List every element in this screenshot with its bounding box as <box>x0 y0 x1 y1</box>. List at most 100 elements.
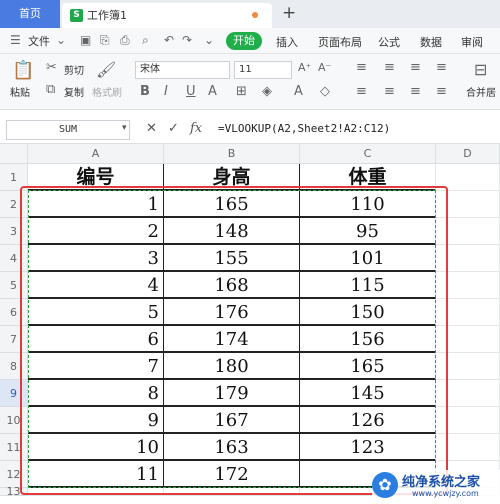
paste-icon[interactable]: 📋 <box>12 60 34 81</box>
empty-cell[interactable] <box>436 164 500 191</box>
export-icon[interactable]: ⎘ <box>100 33 110 48</box>
table-cell[interactable]: 179 <box>164 380 300 407</box>
font-size-select[interactable]: 11 <box>234 61 292 79</box>
table-header-cell[interactable]: 身高 <box>164 164 300 191</box>
italic-icon[interactable]: I <box>164 84 168 99</box>
table-header-cell[interactable]: 体重 <box>300 164 436 191</box>
table-cell[interactable]: 180 <box>164 353 300 380</box>
menu-formulas[interactable]: 公式 <box>378 34 400 50</box>
redo-icon[interactable]: ↷ <box>182 33 192 47</box>
name-box-dropdown-icon[interactable]: ▾ <box>122 123 127 133</box>
row-header[interactable]: 8 <box>0 353 28 380</box>
menu-review[interactable]: 审阅 <box>461 34 483 50</box>
merge-icon[interactable]: ⊟ <box>474 60 487 79</box>
row-header[interactable]: 3 <box>0 218 28 245</box>
table-cell[interactable]: 168 <box>164 272 300 299</box>
cancel-icon[interactable]: ✕ <box>146 121 157 136</box>
table-cell[interactable]: 165 <box>300 353 436 380</box>
strikethrough-icon[interactable]: A <box>208 84 217 99</box>
chevron-down-icon[interactable]: ⌄ <box>204 33 214 47</box>
table-cell[interactable]: 6 <box>28 326 164 353</box>
empty-cell[interactable] <box>436 380 500 407</box>
menu-data[interactable]: 数据 <box>420 34 442 50</box>
select-all-corner[interactable] <box>0 144 28 164</box>
empty-cell[interactable] <box>436 299 500 326</box>
table-cell[interactable]: 163 <box>164 434 300 461</box>
table-cell[interactable]: 4 <box>28 272 164 299</box>
table-cell[interactable]: 172 <box>164 461 300 488</box>
column-header-c[interactable]: C <box>300 144 436 164</box>
formula-input[interactable]: =VLOOKUP(A2,Sheet2!A2:C12) <box>218 122 390 135</box>
fill-color-icon[interactable]: ◈ <box>262 84 272 99</box>
empty-cell[interactable] <box>436 245 500 272</box>
format-painter-label[interactable]: 格式刷 <box>92 84 122 99</box>
empty-cell[interactable] <box>436 434 500 461</box>
document-tab[interactable]: S 工作簿1 <box>62 3 272 28</box>
align-right-icon[interactable]: ≡ <box>410 84 421 99</box>
menu-start[interactable]: 开始 <box>226 32 262 50</box>
column-header-b[interactable]: B <box>164 144 300 164</box>
table-cell[interactable]: 176 <box>164 299 300 326</box>
menu-insert[interactable]: 插入 <box>276 34 298 50</box>
font-name-select[interactable]: 宋体 <box>135 61 230 79</box>
table-cell[interactable]: 5 <box>28 299 164 326</box>
align-top-icon[interactable]: ≡ <box>356 60 367 75</box>
row-header[interactable]: 13 <box>0 486 28 497</box>
undo-icon[interactable]: ↶ <box>164 33 174 47</box>
table-cell[interactable]: 1 <box>28 191 164 218</box>
empty-cell[interactable] <box>436 326 500 353</box>
table-cell[interactable]: 148 <box>164 218 300 245</box>
table-cell[interactable]: 9 <box>28 407 164 434</box>
confirm-icon[interactable]: ✓ <box>168 121 179 136</box>
align-center-icon[interactable]: ≡ <box>384 84 395 99</box>
spreadsheet-grid[interactable]: A B C D 1 编号 身高 体重 2 1 165 110 3 2 148 95 4 3 155 101 5 4… <box>0 144 500 504</box>
format-painter-icon[interactable]: 🖌 <box>96 60 116 79</box>
underline-icon[interactable]: U <box>186 84 196 99</box>
insert-function-icon[interactable]: fx <box>190 121 202 136</box>
home-tab[interactable]: 首页 <box>0 0 60 28</box>
empty-cell[interactable] <box>436 407 500 434</box>
table-cell[interactable]: 101 <box>300 245 436 272</box>
paste-label[interactable]: 粘贴 <box>10 84 30 99</box>
align-middle-icon[interactable]: ≡ <box>384 60 395 75</box>
row-header[interactable]: 9 <box>0 380 28 407</box>
increase-font-icon[interactable]: A⁺ <box>298 61 311 74</box>
table-cell[interactable]: 150 <box>300 299 436 326</box>
chevron-down-icon[interactable]: ⌄ <box>56 33 66 47</box>
table-cell[interactable]: 155 <box>164 245 300 272</box>
table-cell[interactable]: 8 <box>28 380 164 407</box>
empty-cell[interactable] <box>436 353 500 380</box>
row-header[interactable]: 11 <box>0 434 28 461</box>
justify-icon[interactable]: ≡ <box>436 84 447 99</box>
table-header-cell[interactable]: 编号 <box>28 164 164 191</box>
bold-icon[interactable]: B <box>140 84 150 99</box>
new-tab-plus-icon[interactable]: + <box>282 3 296 23</box>
column-header-a[interactable]: A <box>28 144 164 164</box>
table-cell[interactable]: 7 <box>28 353 164 380</box>
border-icon[interactable]: ⊞ <box>236 84 247 99</box>
row-header[interactable]: 4 <box>0 245 28 272</box>
copy-icon[interactable]: ⧉ <box>46 82 55 97</box>
table-cell[interactable]: 167 <box>164 407 300 434</box>
table-cell[interactable]: 145 <box>300 380 436 407</box>
save-icon[interactable]: ▣ <box>80 33 91 47</box>
table-cell[interactable]: 174 <box>164 326 300 353</box>
print-icon[interactable]: ⎙ <box>120 33 130 48</box>
merge-center-label[interactable]: 合并居 <box>466 84 496 99</box>
table-cell[interactable]: 110 <box>300 191 436 218</box>
table-cell[interactable]: 165 <box>164 191 300 218</box>
empty-cell[interactable] <box>436 191 500 218</box>
table-cell[interactable]: 3 <box>28 245 164 272</box>
eraser-icon[interactable]: ◇ <box>320 84 330 99</box>
wrap-icon[interactable]: ≡ <box>436 60 447 75</box>
row-header[interactable]: 1 <box>0 164 28 191</box>
font-color-icon[interactable]: A <box>294 84 303 99</box>
table-cell[interactable]: 156 <box>300 326 436 353</box>
table-cell[interactable]: 11 <box>28 461 164 488</box>
table-cell[interactable]: 123 <box>300 434 436 461</box>
cut-label[interactable]: 剪切 <box>64 62 84 77</box>
menu-page-layout[interactable]: 页面布局 <box>318 34 362 50</box>
column-header-d[interactable]: D <box>436 144 500 164</box>
copy-label[interactable]: 复制 <box>64 84 84 99</box>
name-box[interactable]: SUM <box>6 120 130 140</box>
